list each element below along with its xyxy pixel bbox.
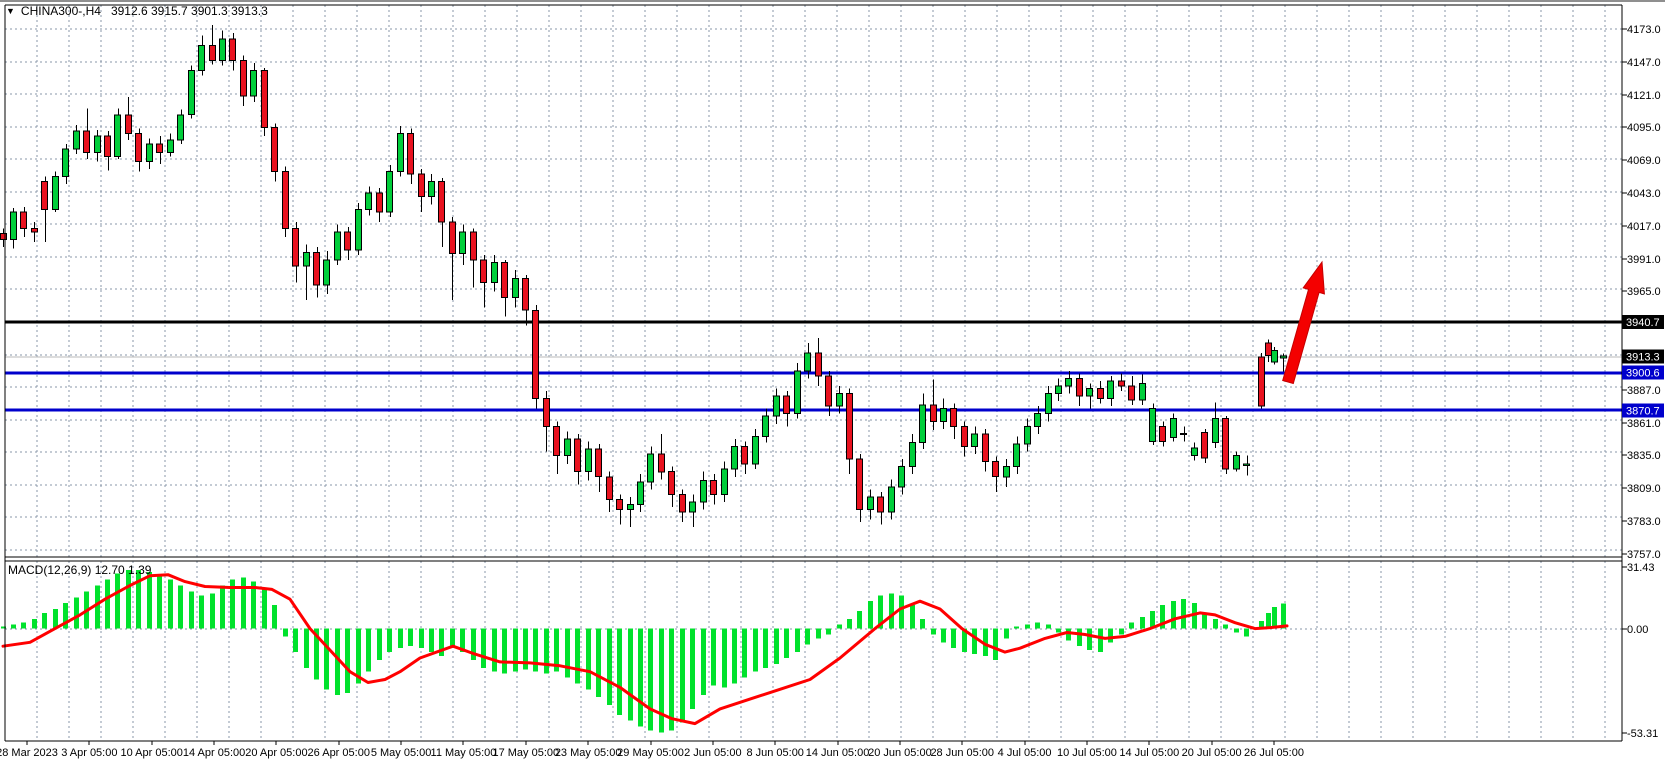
svg-text:3861.0: 3861.0	[1627, 418, 1661, 430]
svg-text:0.00: 0.00	[1627, 624, 1648, 636]
svg-text:10 Apr 05:00: 10 Apr 05:00	[121, 747, 183, 759]
svg-text:3940.7: 3940.7	[1626, 317, 1660, 329]
svg-text:3783.0: 3783.0	[1627, 516, 1661, 528]
svg-text:4017.0: 4017.0	[1627, 221, 1661, 233]
chart-title-bar: ▼ CHINA300-,H4 3912.6 3915.7 3901.3 3913.3	[6, 4, 268, 18]
svg-text:4043.0: 4043.0	[1627, 188, 1661, 200]
svg-text:14 Apr 05:00: 14 Apr 05:00	[183, 747, 245, 759]
svg-text:10 Jul 05:00: 10 Jul 05:00	[1057, 747, 1117, 759]
svg-text:3900.6: 3900.6	[1626, 368, 1660, 380]
svg-text:4095.0: 4095.0	[1627, 122, 1661, 134]
macd-indicator-label: MACD(12,26,9) 12.70 1.39	[8, 563, 151, 577]
svg-text:20 Jun 05:00: 20 Jun 05:00	[868, 747, 932, 759]
candlesticks	[1, 25, 1287, 527]
svg-text:3870.7: 3870.7	[1626, 405, 1660, 417]
svg-text:3757.0: 3757.0	[1627, 549, 1661, 561]
svg-text:14 Jun 05:00: 14 Jun 05:00	[806, 747, 870, 759]
trading-chart-window: ▼ CHINA300-,H4 3912.6 3915.7 3901.3 3913.3…	[0, 0, 1665, 765]
price-axis: 4173.0 4147.0 4121.0 4095.0 4069.0 4043.0 4017…	[1622, 24, 1661, 740]
svg-text:14 Jul 05:00: 14 Jul 05:00	[1119, 747, 1179, 759]
svg-text:28 Mar 2023: 28 Mar 2023	[0, 747, 58, 759]
symbol-dropdown-icon[interactable]: ▼	[6, 6, 15, 16]
svg-text:5 May 05:00: 5 May 05:00	[371, 747, 432, 759]
svg-text:2 Jun 05:00: 2 Jun 05:00	[684, 747, 742, 759]
ohlc-values-label: 3912.6 3915.7 3901.3 3913.3	[111, 4, 268, 18]
svg-text:3 Apr 05:00: 3 Apr 05:00	[61, 747, 117, 759]
svg-text:3913.3: 3913.3	[1626, 352, 1660, 364]
svg-text:17 May 05:00: 17 May 05:00	[492, 747, 559, 759]
svg-text:3965.0: 3965.0	[1627, 286, 1661, 298]
svg-text:29 May 05:00: 29 May 05:00	[617, 747, 684, 759]
level-lines	[5, 322, 1622, 410]
price-chart-canvas[interactable]: 4173.0 4147.0 4121.0 4095.0 4069.0 4043.0 4017…	[0, 0, 1665, 765]
svg-text:3887.0: 3887.0	[1627, 385, 1661, 397]
svg-text:4 Jul 05:00: 4 Jul 05:00	[998, 747, 1052, 759]
svg-text:4121.0: 4121.0	[1627, 90, 1661, 102]
svg-text:20 Jul 05:00: 20 Jul 05:00	[1182, 747, 1242, 759]
svg-text:26 Jul 05:00: 26 Jul 05:00	[1244, 747, 1304, 759]
svg-text:23 May 05:00: 23 May 05:00	[555, 747, 622, 759]
svg-text:3991.0: 3991.0	[1627, 254, 1661, 266]
svg-text:31.43: 31.43	[1627, 562, 1655, 574]
svg-text:26 Apr 05:00: 26 Apr 05:00	[308, 747, 370, 759]
symbol-period-label: CHINA300-,H4	[21, 4, 101, 18]
svg-text:28 Jun 05:00: 28 Jun 05:00	[930, 747, 994, 759]
time-axis: 28 Mar 20233 Apr 05:00 10 Apr 05:0014 Apr…	[0, 741, 1304, 759]
svg-text:20 Apr 05:00: 20 Apr 05:00	[245, 747, 307, 759]
svg-text:11 May 05:00: 11 May 05:00	[431, 747, 497, 759]
svg-text:-53.31: -53.31	[1627, 728, 1658, 740]
svg-text:4173.0: 4173.0	[1627, 24, 1661, 36]
svg-text:3835.0: 3835.0	[1627, 450, 1661, 462]
svg-text:4147.0: 4147.0	[1627, 57, 1661, 69]
svg-text:4069.0: 4069.0	[1627, 155, 1661, 167]
svg-text:3809.0: 3809.0	[1627, 483, 1661, 495]
svg-text:8 Jun 05:00: 8 Jun 05:00	[746, 747, 804, 759]
